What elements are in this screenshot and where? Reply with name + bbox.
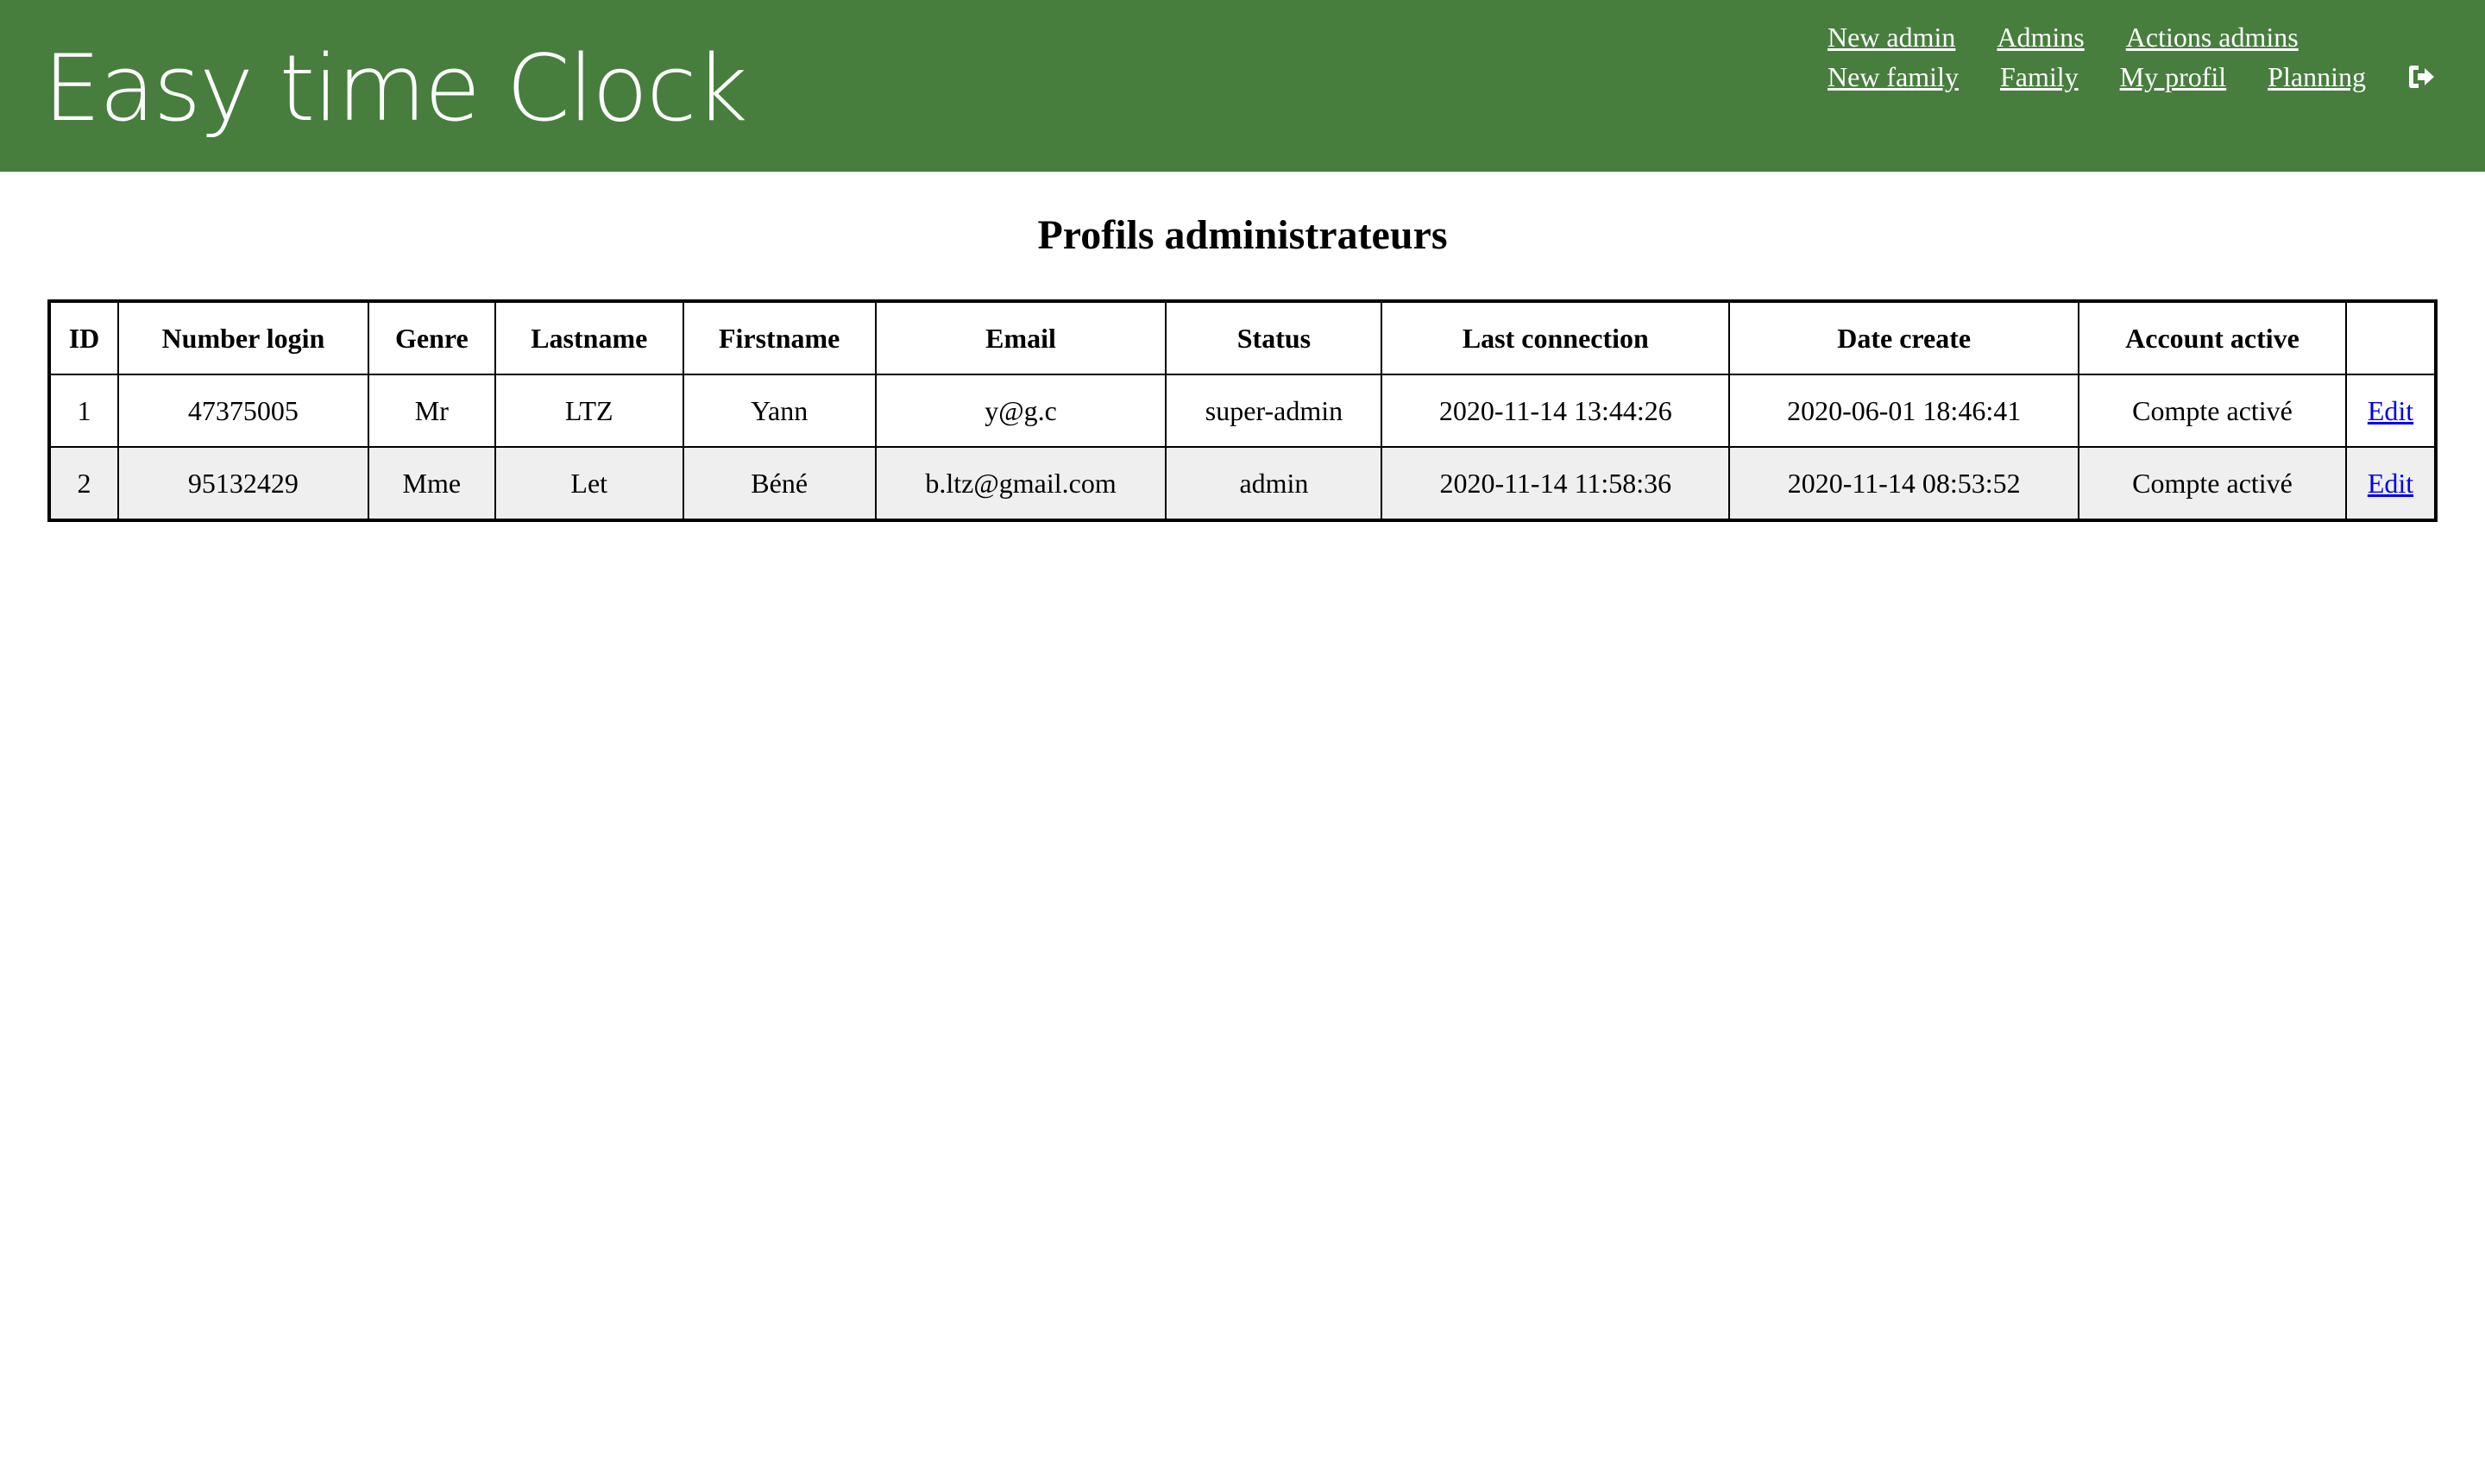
nav-row-1: New admin Admins Actions admins [1828, 17, 2466, 57]
cell-status: admin [1165, 446, 1383, 521]
cell-actions: Edit [2344, 446, 2438, 521]
cell-email: y@g.c [874, 374, 1167, 448]
column-header-lastname: Lastname [494, 300, 684, 375]
column-header-status: Status [1165, 300, 1383, 375]
table-header-row: ID Number login Genre Lastname Firstname… [48, 300, 2438, 375]
admins-table: ID Number login Genre Lastname Firstname… [47, 299, 2438, 522]
nav-link-new-admin[interactable]: New admin [1828, 22, 1955, 53]
cell-number-login: 47375005 [116, 374, 369, 448]
cell-date-create: 2020-06-01 18:46:41 [1728, 374, 2080, 448]
column-header-firstname: Firstname [682, 300, 877, 375]
table-row: 2 95132429 Mme Let Béné b.ltz@gmail.com … [48, 446, 2438, 521]
cell-account-active: Compte activé [2078, 446, 2347, 521]
cell-id: 1 [48, 374, 119, 448]
cell-lastname: Let [494, 446, 684, 521]
cell-number-login: 95132429 [116, 446, 369, 521]
cell-status: super-admin [1165, 374, 1383, 448]
nav-link-new-family[interactable]: New family [1828, 61, 1959, 93]
nav-row-2: New family Family My profil Planning [1828, 57, 2466, 97]
cell-firstname: Yann [682, 374, 877, 448]
top-nav: New admin Admins Actions admins New fami… [1828, 17, 2466, 97]
column-header-email: Email [874, 300, 1167, 375]
column-header-genre: Genre [367, 300, 496, 375]
column-header-account-active: Account active [2078, 300, 2347, 375]
page-title: Profils administrateurs [1037, 212, 1448, 258]
cell-lastname: LTZ [494, 374, 684, 448]
nav-link-family[interactable]: Family [2000, 61, 2079, 93]
cell-last-connection: 2020-11-14 13:44:26 [1381, 374, 1731, 448]
cell-id: 2 [48, 446, 119, 521]
table-row: 1 47375005 Mr LTZ Yann y@g.c super-admin… [48, 374, 2438, 448]
nav-link-planning[interactable]: Planning [2268, 61, 2366, 93]
nav-link-admins[interactable]: Admins [1997, 22, 2084, 53]
cell-email: b.ltz@gmail.com [874, 446, 1167, 521]
cell-last-connection: 2020-11-14 11:58:36 [1381, 446, 1731, 521]
column-header-actions [2344, 300, 2438, 375]
nav-link-my-profil[interactable]: My profil [2120, 61, 2227, 93]
column-header-id: ID [48, 300, 119, 375]
app-header: Easy time Clock New admin Admins Actions… [0, 0, 2485, 172]
edit-link[interactable]: Edit [2368, 468, 2413, 499]
cell-date-create: 2020-11-14 08:53:52 [1728, 446, 2080, 521]
nav-link-actions-admins[interactable]: Actions admins [2126, 22, 2299, 53]
cell-genre: Mme [367, 446, 496, 521]
app-title: Easy time Clock [43, 35, 748, 141]
cell-account-active: Compte activé [2078, 374, 2347, 448]
column-header-date-create: Date create [1728, 300, 2080, 375]
cell-firstname: Béné [682, 446, 877, 521]
cell-genre: Mr [367, 374, 496, 448]
edit-link[interactable]: Edit [2368, 395, 2413, 426]
column-header-number-login: Number login [116, 300, 369, 375]
column-header-last-connection: Last connection [1381, 300, 1731, 375]
sign-out-icon[interactable] [2407, 64, 2435, 90]
cell-actions: Edit [2344, 374, 2438, 448]
